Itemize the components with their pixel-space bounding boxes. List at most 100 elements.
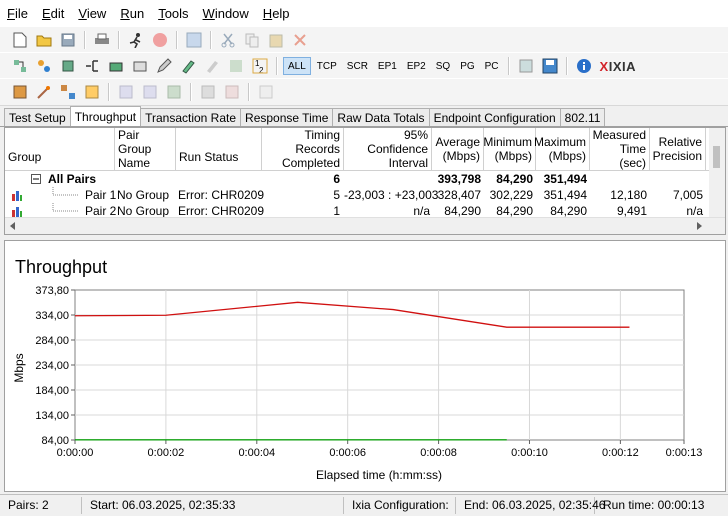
copy-icon[interactable] — [243, 31, 261, 49]
menu-tools[interactable]: Tools — [151, 6, 195, 21]
filter-scr[interactable]: SCR — [343, 57, 372, 75]
add-pair-icon[interactable] — [35, 57, 53, 75]
filter-tcp[interactable]: TCP — [313, 57, 341, 75]
scroll-left-icon[interactable] — [9, 222, 17, 230]
filter-pc[interactable]: PC — [481, 57, 503, 75]
toolbar-separator — [565, 57, 568, 75]
col-timing-records[interactable]: Timing Records Completed — [262, 128, 344, 170]
endpoint-icon[interactable] — [11, 57, 29, 75]
group-icon[interactable] — [165, 83, 183, 101]
script-icon[interactable] — [131, 57, 149, 75]
table-row[interactable]: Pair 1 No Group Error: CHR0209 5 -23,003… — [5, 187, 725, 203]
report-icon[interactable] — [257, 83, 275, 101]
horizontal-scrollbar[interactable] — [5, 217, 725, 234]
layout-icon[interactable] — [199, 83, 217, 101]
multicast-icon[interactable] — [59, 57, 77, 75]
tab-test-setup[interactable]: Test Setup — [4, 108, 71, 126]
filter-all[interactable]: ALL — [283, 57, 311, 75]
vertical-scrollbar[interactable] — [709, 128, 725, 217]
collapse-icon[interactable] — [141, 83, 159, 101]
col-group[interactable]: Group — [5, 128, 115, 170]
chart-title: Throughput — [15, 257, 107, 277]
filter-sq[interactable]: SQ — [432, 57, 454, 75]
y-tick-label: 284,00 — [35, 335, 69, 347]
tab-endpoint-configuration[interactable]: Endpoint Configuration — [428, 108, 561, 126]
menu-view[interactable]: View — [71, 6, 113, 21]
col-relative-precision[interactable]: Relative Precision — [650, 128, 706, 170]
wand-icon[interactable] — [35, 83, 53, 101]
network-icon[interactable] — [83, 57, 101, 75]
run-status: Error: CHR0209 — [178, 188, 265, 202]
status-ixia-config: Ixia Configuration: — [344, 497, 456, 514]
toolbar-separator — [210, 31, 212, 49]
expand-icon[interactable] — [117, 83, 135, 101]
status-pairs: Pairs: 2 — [0, 497, 82, 514]
tab-throughput[interactable]: Throughput — [69, 106, 142, 126]
tab-802-11[interactable]: 802.11 — [559, 108, 606, 126]
col-run-status[interactable]: Run Status — [176, 128, 262, 170]
col-average[interactable]: Average (Mbps) — [432, 128, 484, 170]
pair-name: Pair 1 — [85, 188, 117, 202]
save-results-icon[interactable] — [541, 57, 559, 75]
tab-transaction-rate[interactable]: Transaction Rate — [140, 108, 242, 126]
refresh-icon[interactable] — [185, 31, 203, 49]
open-folder-icon[interactable] — [35, 31, 53, 49]
summary-average: 393,798 — [437, 172, 481, 186]
paste-icon[interactable] — [267, 31, 285, 49]
save-icon[interactable] — [59, 31, 77, 49]
tab-response-time[interactable]: Response Time — [240, 108, 334, 126]
results-icon[interactable] — [11, 83, 29, 101]
pair-icon[interactable] — [107, 57, 125, 75]
tab-raw-data-totals[interactable]: Raw Data Totals — [332, 108, 430, 126]
menu-help[interactable]: Help — [256, 6, 297, 21]
filter-ep2[interactable]: EP2 — [403, 57, 430, 75]
menu-file[interactable]: File — [0, 6, 35, 21]
scroll-thumb[interactable] — [713, 146, 720, 168]
puzzle-icon[interactable] — [83, 83, 101, 101]
col-maximum[interactable]: Maximum (Mbps) — [534, 128, 590, 170]
average-value: 328,407 — [437, 188, 481, 202]
workflow-icon[interactable] — [59, 83, 77, 101]
col-measured-time[interactable]: Measured Time (sec) — [590, 128, 650, 170]
sort-icon[interactable]: 12 — [251, 57, 269, 75]
summary-row[interactable]: All Pairs 6 393,798 84,290 351,494 — [5, 171, 725, 187]
toolbar-standard — [0, 26, 728, 54]
scroll-right-icon[interactable] — [695, 222, 703, 230]
x-tick-label: 0:00:13 — [666, 447, 703, 459]
stop-icon[interactable] — [151, 31, 169, 49]
menu-edit[interactable]: Edit — [35, 6, 71, 21]
y-tick-label: 134,00 — [35, 410, 69, 422]
swap-icon[interactable] — [227, 57, 245, 75]
filter-pg[interactable]: PG — [456, 57, 478, 75]
info-icon[interactable] — [575, 57, 593, 75]
toolbar-separator — [190, 83, 192, 101]
compare-icon[interactable] — [223, 83, 241, 101]
status-end: End: 06.03.2025, 02:35:46 — [456, 497, 605, 514]
col-pair-group-name[interactable]: Pair Group Name — [115, 128, 176, 170]
status-runtime: Run time: 00:00:13 — [603, 498, 705, 512]
menu-window[interactable]: Window — [196, 6, 256, 21]
toolbar-test: 12 ALL TCP SCR EP1 EP2 SQ PG PC XIXIA — [0, 52, 728, 80]
y-axis-label: Mbps — [12, 353, 26, 382]
col-minimum[interactable]: Minimum (Mbps) — [483, 128, 536, 170]
new-file-icon[interactable] — [11, 31, 29, 49]
cut-icon[interactable] — [219, 31, 237, 49]
delete-icon[interactable] — [291, 31, 309, 49]
print-icon[interactable] — [93, 31, 111, 49]
run-icon[interactable] — [127, 31, 145, 49]
export-icon[interactable] — [517, 57, 535, 75]
menu-run[interactable]: Run — [113, 6, 151, 21]
edit-icon[interactable] — [155, 57, 173, 75]
disabled-pencil-icon[interactable] — [203, 57, 221, 75]
status-start: Start: 06.03.2025, 02:35:33 — [82, 497, 344, 514]
measured-time: 12,180 — [610, 188, 647, 202]
x-tick-label: 0:00:00 — [57, 447, 94, 459]
status-bar: Pairs: 2 Start: 06.03.2025, 02:35:33 Ixi… — [0, 494, 728, 516]
col-confidence[interactable]: 95% Confidence Interval — [344, 128, 432, 170]
toolbar-separator — [176, 31, 178, 49]
pair-group-name: No Group — [117, 188, 170, 202]
filter-ep1[interactable]: EP1 — [374, 57, 401, 75]
toolbar-separator — [507, 57, 510, 75]
pencil-icon[interactable] — [179, 57, 197, 75]
relative-precision: 7,005 — [672, 188, 703, 202]
